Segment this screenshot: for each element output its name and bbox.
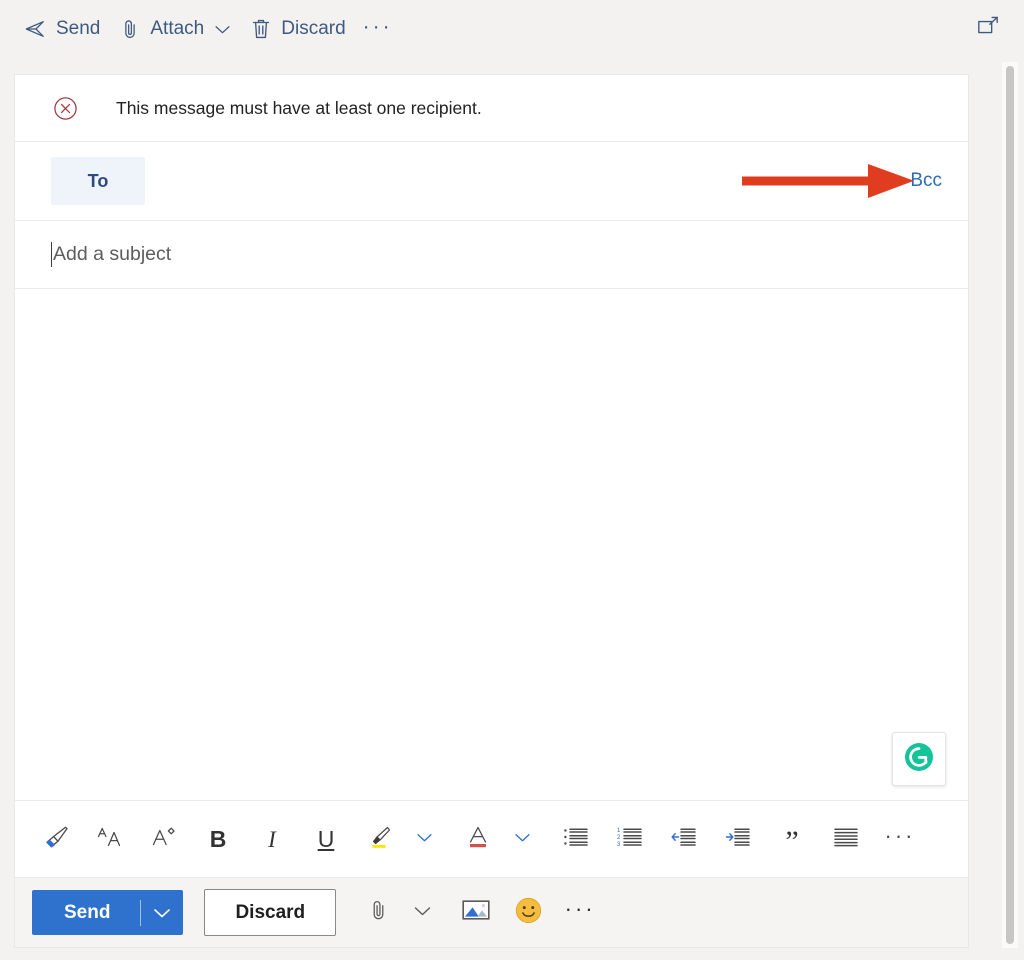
vertical-scrollbar-track[interactable]	[1002, 62, 1018, 948]
compose-action-bar: Send Discard ···	[15, 877, 968, 947]
grammarly-icon	[903, 741, 935, 778]
to-field-row: To Bcc	[15, 142, 968, 221]
validation-message: This message must have at least one reci…	[116, 97, 482, 118]
align-icon	[833, 826, 859, 853]
bulleted-list-button[interactable]	[559, 818, 593, 860]
send-options-dropdown[interactable]	[141, 890, 183, 935]
send-paper-plane-icon	[24, 18, 46, 40]
pop-out-window-button[interactable]	[968, 9, 1008, 49]
smiley-face-icon	[515, 897, 542, 929]
svg-text:2: 2	[617, 835, 621, 841]
bold-button[interactable]: B	[201, 818, 235, 860]
validation-banner: This message must have at least one reci…	[15, 75, 968, 142]
discard-command[interactable]: Discard	[241, 9, 355, 49]
numbered-list-icon: 1 2 3	[617, 826, 643, 853]
font-family-icon	[97, 826, 123, 853]
formatting-toolbar: B I U 1 2 3 ” ···	[15, 801, 968, 877]
increase-indent-icon	[725, 826, 751, 853]
top-more-options-button[interactable]: ···	[356, 9, 400, 49]
font-color-icon	[465, 824, 491, 855]
more-formatting-icon: ···	[884, 822, 916, 848]
grammarly-button[interactable]	[892, 732, 946, 786]
font-color-button[interactable]	[461, 818, 495, 860]
highlight-dropdown-button[interactable]	[407, 818, 441, 860]
compose-card: This message must have at least one reci…	[14, 74, 969, 948]
vertical-scrollbar-thumb[interactable]	[1006, 66, 1014, 944]
decrease-indent-icon	[671, 826, 697, 853]
more-formatting-button[interactable]: ···	[883, 818, 917, 860]
italic-icon: I	[268, 826, 276, 852]
quote-icon: ”	[785, 824, 799, 858]
pop-out-icon	[976, 16, 1000, 43]
chevron-down-icon	[214, 24, 231, 35]
trash-can-icon	[251, 18, 271, 40]
more-actions-button[interactable]: ···	[562, 892, 598, 934]
attach-command[interactable]: Attach	[110, 9, 241, 49]
insert-picture-button[interactable]	[458, 892, 494, 934]
font-color-dropdown-button[interactable]	[505, 818, 539, 860]
format-painter-button[interactable]	[39, 818, 73, 860]
send-command-label: Send	[56, 18, 101, 39]
more-actions-icon: ···	[564, 896, 596, 921]
paperclip-icon	[369, 898, 388, 927]
chevron-down-icon	[416, 830, 433, 848]
top-command-bar: Send Attach Discard ···	[0, 0, 1024, 58]
align-button[interactable]	[829, 818, 863, 860]
svg-text:1: 1	[617, 828, 621, 834]
highlight-button[interactable]	[363, 818, 397, 860]
underline-button[interactable]: U	[309, 818, 343, 860]
increase-indent-button[interactable]	[721, 818, 755, 860]
subject-placeholder: Add a subject	[53, 243, 172, 265]
numbered-list-button[interactable]: 1 2 3	[613, 818, 647, 860]
font-size-button[interactable]	[147, 818, 181, 860]
send-command[interactable]: Send	[14, 9, 110, 49]
subject-field-row[interactable]: Add a subject	[15, 221, 968, 289]
font-family-button[interactable]	[93, 818, 127, 860]
bulleted-list-icon	[563, 826, 589, 853]
highlight-icon	[367, 824, 393, 855]
italic-button[interactable]: I	[255, 818, 289, 860]
to-recipients-input[interactable]	[145, 142, 898, 220]
attach-file-button[interactable]	[360, 892, 396, 934]
discard-button[interactable]: Discard	[204, 889, 337, 936]
font-size-icon	[151, 826, 177, 853]
attach-command-label: Attach	[150, 18, 205, 39]
send-button[interactable]: Send	[32, 890, 184, 935]
insert-picture-icon	[462, 898, 490, 927]
insert-emoji-button[interactable]	[510, 892, 546, 934]
error-circle-x-icon	[53, 96, 78, 121]
chevron-down-icon	[413, 904, 432, 922]
chevron-down-icon	[514, 830, 531, 848]
send-button-label: Send	[64, 901, 111, 923]
paperclip-icon	[120, 18, 140, 40]
bcc-toggle-link[interactable]: Bcc	[906, 164, 946, 198]
bold-icon: B	[209, 825, 227, 852]
decrease-indent-button[interactable]	[667, 818, 701, 860]
svg-text:3: 3	[617, 841, 621, 847]
quote-button[interactable]: ”	[775, 818, 809, 860]
discard-command-label: Discard	[281, 18, 346, 39]
underline-icon: U	[317, 825, 335, 852]
message-body-input[interactable]	[15, 289, 968, 801]
to-field-button[interactable]: To	[51, 157, 145, 205]
text-caret	[51, 242, 52, 267]
format-painter-icon	[43, 825, 69, 854]
attach-options-dropdown[interactable]	[404, 892, 440, 934]
